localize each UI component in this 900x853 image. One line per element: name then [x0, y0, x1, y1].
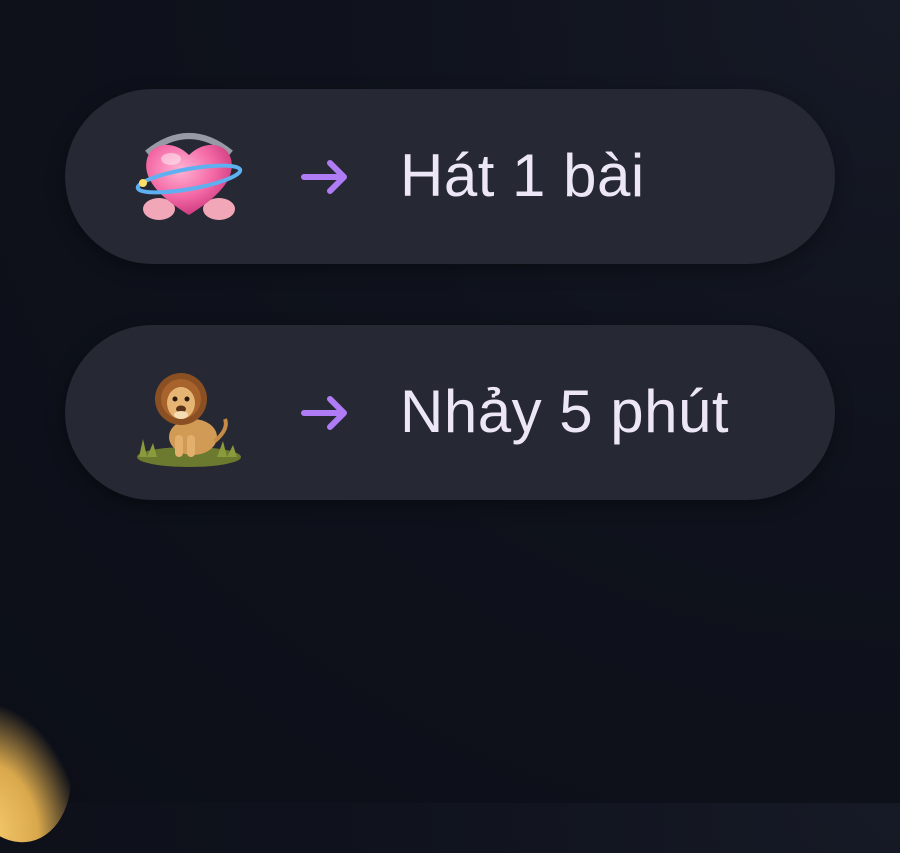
- lion-icon: [133, 359, 245, 471]
- arrow-right-icon: [300, 393, 352, 433]
- task-list: Hát 1 bài Nhảy 5 phút: [65, 89, 835, 500]
- task-row-sing[interactable]: Hát 1 bài: [65, 89, 835, 264]
- task-row-dance[interactable]: Nhảy 5 phút: [65, 325, 835, 500]
- arrow-right-icon: [300, 157, 352, 197]
- heart-with-ribbon-icon: [133, 123, 245, 235]
- screen: { "items": [ { "icon": "heart-with-ribbo…: [0, 0, 900, 853]
- corner-glow-decoration: [0, 683, 85, 853]
- task-label: Hát 1 bài: [400, 141, 645, 209]
- task-label: Nhảy 5 phút: [400, 377, 730, 445]
